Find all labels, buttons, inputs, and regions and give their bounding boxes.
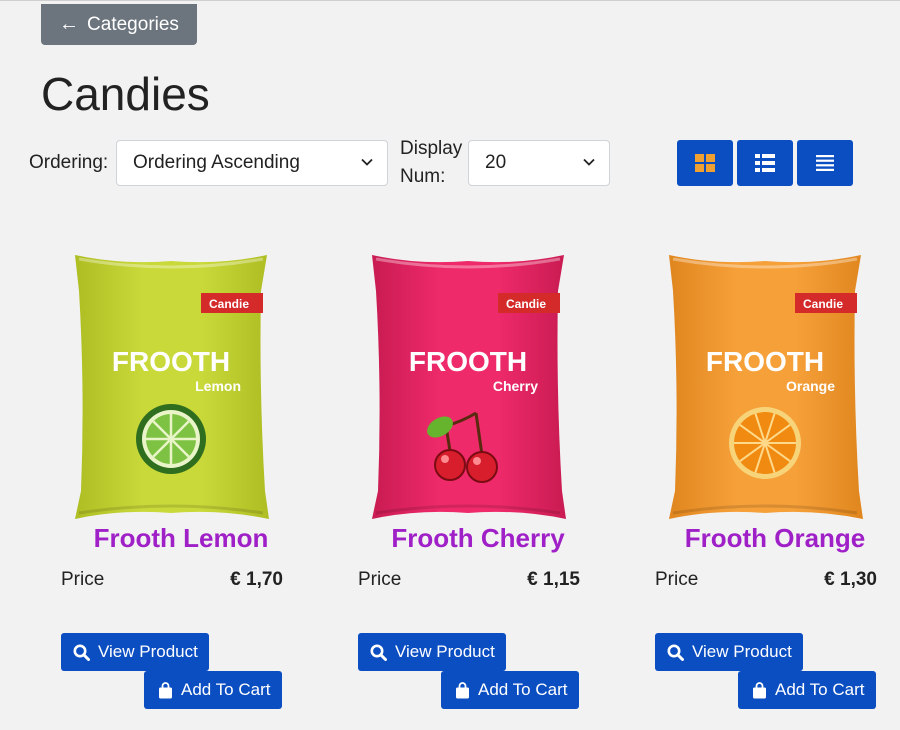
bag-flavor-text: Orange xyxy=(786,378,835,394)
add-to-cart-label: Add To Cart xyxy=(775,680,865,699)
shopping-bag-icon xyxy=(159,681,172,698)
bag-brand-text: FROOTH xyxy=(112,346,230,377)
product-card: Candie FROOTH Orange Frooth Orange Price… xyxy=(655,241,900,721)
price-label: Price xyxy=(61,569,105,590)
ordering-select-value: Ordering Ascending xyxy=(133,152,300,173)
grid-view-button[interactable] xyxy=(677,140,733,186)
price-label: Price xyxy=(655,569,699,590)
bag-flavor-text: Lemon xyxy=(195,378,241,394)
view-product-button[interactable]: View Product xyxy=(61,633,209,671)
view-product-button[interactable]: View Product xyxy=(358,633,506,671)
add-to-cart-label: Add To Cart xyxy=(478,680,568,699)
back-button-label: Categories xyxy=(87,13,179,35)
view-product-label: View Product xyxy=(692,642,792,661)
arrow-left-icon: ← xyxy=(59,13,80,35)
page-title: Candies xyxy=(41,68,210,120)
price-value: € 1,30 xyxy=(824,569,877,590)
product-image[interactable]: Candie FROOTH Lemon xyxy=(71,251,271,523)
search-icon xyxy=(667,644,684,661)
search-icon xyxy=(73,644,90,661)
bag-brand-text: FROOTH xyxy=(706,346,824,377)
display-num-select-value: 20 xyxy=(485,152,507,173)
display-num-label: Display Num: xyxy=(400,138,463,187)
product-name[interactable]: Frooth Cherry xyxy=(358,523,598,554)
view-product-button[interactable]: View Product xyxy=(655,633,803,671)
view-product-label: View Product xyxy=(395,642,495,661)
shopping-bag-icon xyxy=(753,681,766,698)
bag-tag-text: Candie xyxy=(803,297,843,311)
add-to-cart-button[interactable]: Add To Cart xyxy=(738,671,876,709)
chevron-down-icon xyxy=(361,158,373,166)
orange-slice-icon xyxy=(729,407,801,479)
bag-tag-text: Candie xyxy=(506,297,546,311)
bag-tag-text: Candie xyxy=(209,297,249,311)
list-view-button[interactable] xyxy=(737,140,793,186)
add-to-cart-button[interactable]: Add To Cart xyxy=(144,671,282,709)
product-name[interactable]: Frooth Lemon xyxy=(61,523,301,554)
view-product-label: View Product xyxy=(98,642,198,661)
bag-brand-text: FROOTH xyxy=(409,346,527,377)
add-to-cart-button[interactable]: Add To Cart xyxy=(441,671,579,709)
add-to-cart-label: Add To Cart xyxy=(181,680,271,699)
shopping-bag-icon xyxy=(456,681,469,698)
product-card: Candie FROOTH Lemon Frooth Lemon Price €… xyxy=(61,241,321,721)
product-image[interactable]: Candie FROOTH Cherry xyxy=(368,251,568,523)
search-icon xyxy=(370,644,387,661)
product-name[interactable]: Frooth Orange xyxy=(655,523,895,554)
price-label: Price xyxy=(358,569,402,590)
bag-flavor-text: Cherry xyxy=(493,378,538,394)
ordering-label: Ordering: xyxy=(29,152,109,173)
price-value: € 1,70 xyxy=(230,569,283,590)
chevron-down-icon xyxy=(583,158,595,166)
product-image[interactable]: Candie FROOTH Orange xyxy=(665,251,865,523)
ordering-select[interactable]: Ordering Ascending xyxy=(116,140,388,186)
product-card: Candie FROOTH Cherry Frooth Cherry Price… xyxy=(358,241,618,721)
compact-list-view-button[interactable] xyxy=(797,140,853,186)
compact-list-view-icon xyxy=(816,155,834,171)
lime-slice-icon xyxy=(136,404,206,474)
back-to-categories-button[interactable]: ← Categories xyxy=(41,4,197,45)
display-num-select[interactable]: 20 xyxy=(468,140,610,186)
price-value: € 1,15 xyxy=(527,569,580,590)
grid-view-icon xyxy=(695,154,715,172)
list-view-icon xyxy=(755,154,775,172)
